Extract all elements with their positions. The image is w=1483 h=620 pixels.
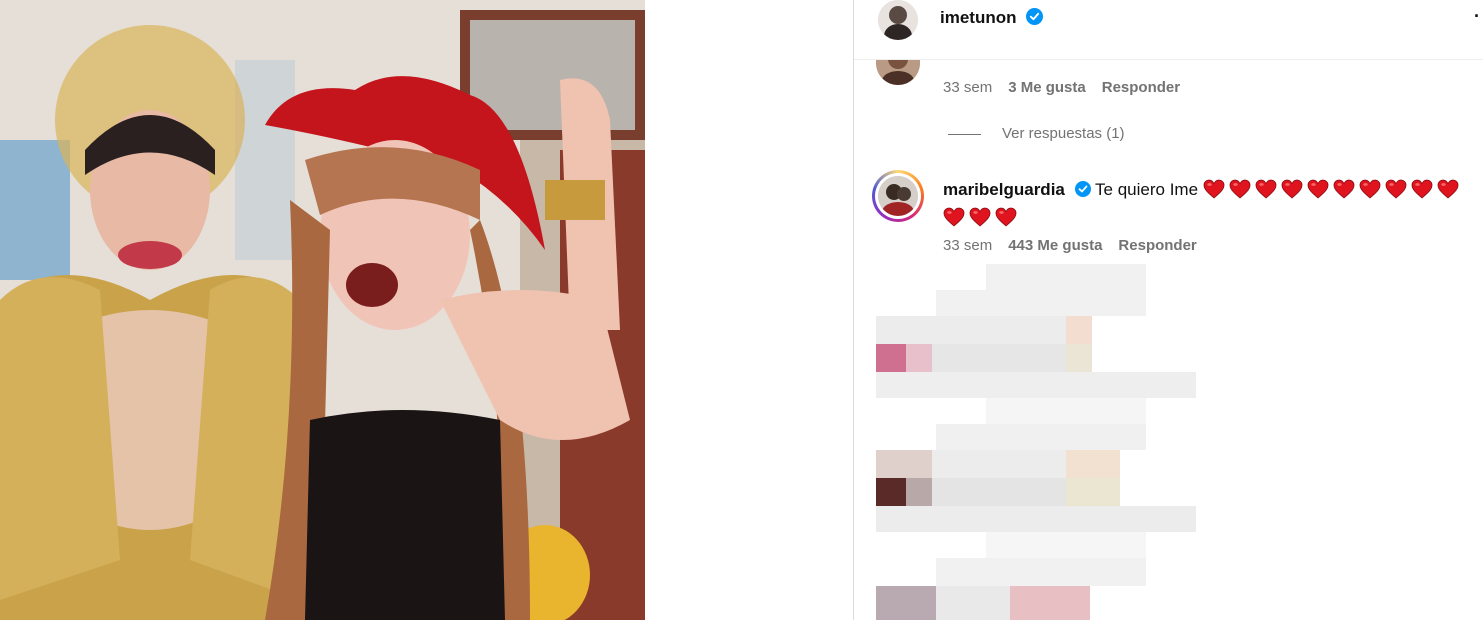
author-avatar[interactable] [878, 0, 918, 40]
comment-likes[interactable]: 443 Me gusta [1008, 237, 1102, 254]
post-header: imetunon · [854, 0, 1483, 60]
post-image [0, 0, 645, 620]
heart-emoji-icon [1437, 179, 1459, 199]
comment-body: maribelguardia Te quiero Ime [943, 177, 1463, 231]
author-avatar-image [878, 0, 918, 40]
heart-emoji-icon [1307, 179, 1329, 199]
comment-likes[interactable]: 3 Me gusta [1008, 79, 1086, 96]
comments-panel: 33 sem 3 Me gusta Responder Ver respuestas… [854, 59, 1483, 620]
heart-emoji-icon [1255, 179, 1277, 199]
author-username[interactable]: imetunon [940, 8, 1017, 27]
heart-emoji-icon [943, 207, 965, 227]
verified-badge-icon [1074, 179, 1091, 205]
comment-avatar-image [876, 59, 920, 85]
comment-meta: 33 sem 443 Me gusta Responder [943, 237, 1213, 254]
replies-line [948, 134, 981, 135]
comment-avatar[interactable] [876, 59, 920, 85]
heart-emoji-icon [1385, 179, 1407, 199]
post-photo[interactable] [0, 0, 645, 620]
view-replies-button[interactable]: Ver respuestas (1) [1002, 125, 1125, 142]
heart-emoji-icon [1359, 179, 1381, 199]
comment-avatar-image [878, 176, 918, 216]
heart-emoji-icon [1203, 179, 1225, 199]
heart-emoji-icon [1229, 179, 1251, 199]
gap-area [645, 0, 853, 620]
comment-avatar [878, 176, 918, 216]
heart-emoji-icon [995, 207, 1017, 227]
author-username-row: imetunon [940, 8, 1044, 30]
comment-text: Te quiero Ime [1095, 180, 1199, 199]
reply-button[interactable]: Responder [1118, 237, 1196, 254]
comment-username[interactable]: maribelguardia [943, 180, 1065, 199]
heart-emoji-icon [969, 207, 991, 227]
comment-time[interactable]: 33 sem [943, 237, 992, 254]
more-options-icon[interactable]: · [1474, 6, 1480, 27]
heart-emoji-icon [1411, 179, 1433, 199]
verified-badge-icon [1026, 8, 1044, 30]
heart-emoji-icon [1281, 179, 1303, 199]
comment-time[interactable]: 33 sem [943, 79, 992, 96]
reply-button[interactable]: Responder [1102, 79, 1180, 96]
heart-emoji-icon [1333, 179, 1355, 199]
story-ring[interactable] [872, 170, 924, 222]
comment-meta: 33 sem 3 Me gusta Responder [943, 79, 1196, 96]
pixelated-content [876, 264, 1196, 620]
story-ring-inner [875, 173, 921, 219]
